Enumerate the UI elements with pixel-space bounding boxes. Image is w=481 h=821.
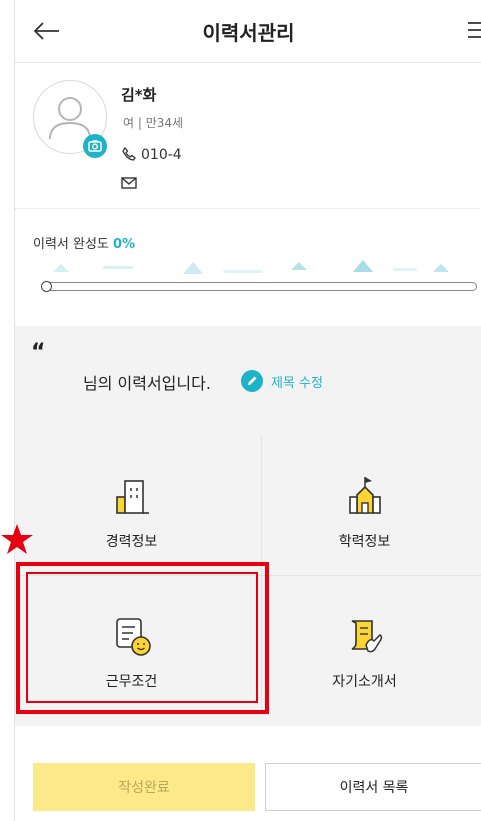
menu-education[interactable]: 학력정보	[248, 435, 481, 575]
menu-icon[interactable]	[466, 19, 481, 41]
completion-text: 이력서 완성도	[33, 237, 109, 252]
menu-label: 경력정보	[105, 534, 158, 550]
camera-button[interactable]	[83, 134, 107, 158]
screen: 이력서관리 김*화 여 | 만34세 010-4 이력서 완성도 0% “ 님의…	[0, 0, 481, 821]
school-icon	[348, 477, 381, 514]
menu-label: 자기소개서	[332, 674, 397, 690]
divider	[15, 208, 481, 209]
profile-photo[interactable]	[33, 80, 107, 158]
pencil-icon	[241, 370, 263, 392]
building-icon	[115, 480, 149, 514]
page-title: 이력서관리	[202, 21, 295, 45]
top-bar: 이력서관리	[15, 0, 481, 63]
profile-info: 여 | 만34세	[123, 116, 184, 130]
completion-label: 이력서 완성도 0%	[33, 233, 135, 252]
quote-mark: “	[31, 340, 46, 365]
hand-writing-icon	[351, 620, 382, 653]
edit-title-button[interactable]: 제목 수정	[241, 368, 323, 394]
mail-icon	[121, 177, 137, 189]
resume-title: 님의 이력서입니다.	[83, 374, 211, 393]
completion-progress-bar	[45, 282, 477, 291]
annotation-highlight-inner	[26, 572, 258, 703]
profile-name: 김*화	[121, 86, 157, 104]
menu-cover-letter[interactable]: 자기소개서	[248, 575, 481, 715]
completion-value: 0%	[113, 237, 136, 252]
edit-title-label: 제목 수정	[271, 375, 323, 391]
phone-number: 010-4	[141, 147, 182, 163]
phone-icon	[122, 146, 136, 161]
profile-phone: 010-4	[121, 146, 182, 163]
camera-icon	[88, 140, 102, 152]
resume-list-button[interactable]: 이력서 목록	[265, 763, 481, 811]
landscape-decoration	[53, 260, 449, 274]
menu-career[interactable]: 경력정보	[15, 435, 248, 575]
complete-button[interactable]: 작성완료	[33, 763, 255, 811]
menu-label: 학력정보	[338, 534, 391, 550]
progress-knob	[41, 281, 52, 292]
star-icon	[1, 524, 33, 554]
